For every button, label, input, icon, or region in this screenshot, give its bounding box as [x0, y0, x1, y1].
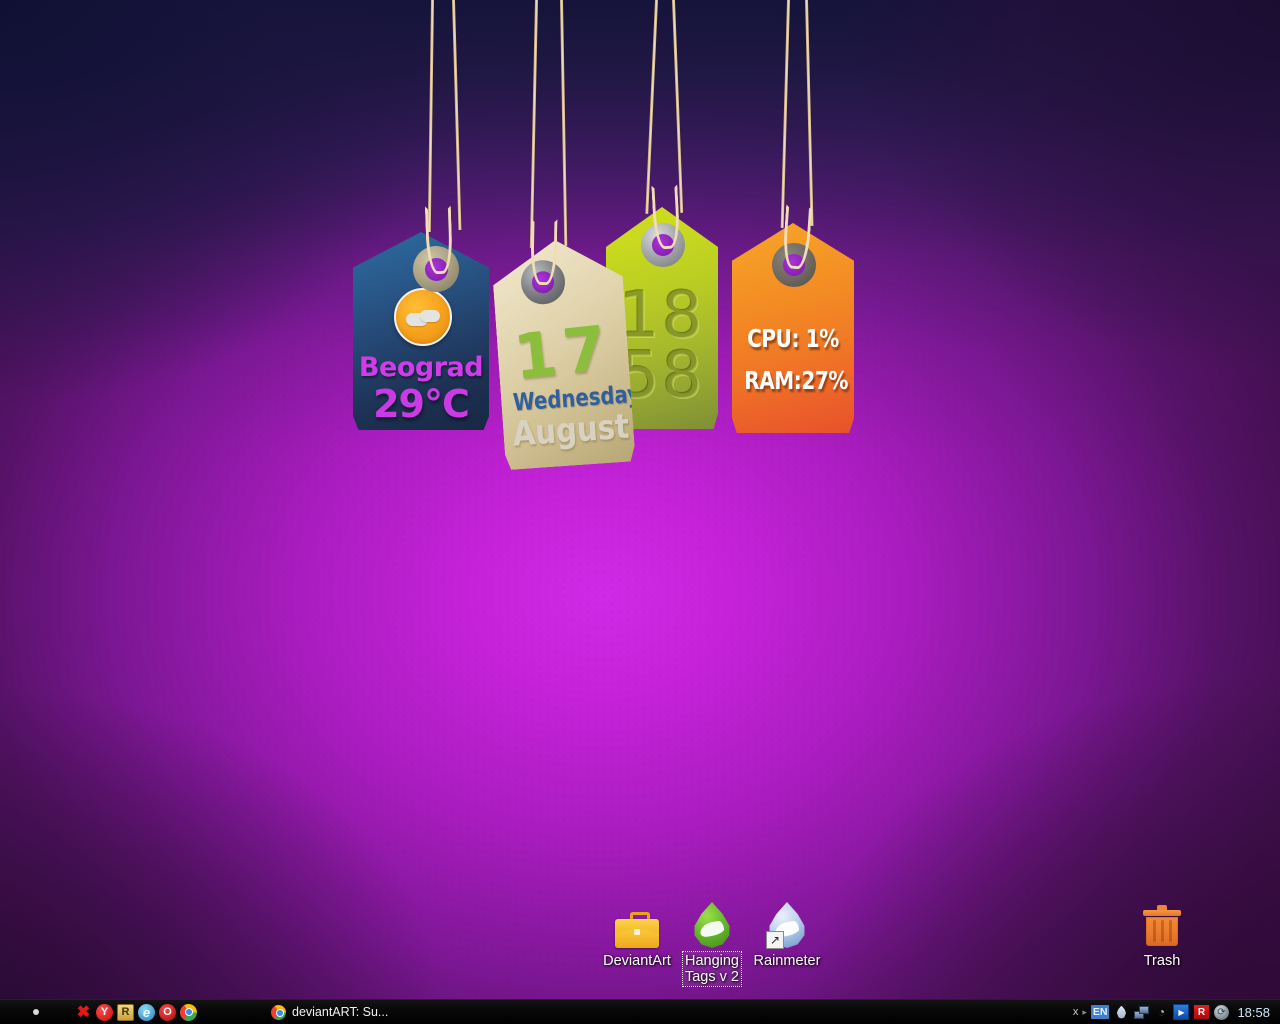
internet-explorer-icon[interactable]: e — [138, 1003, 155, 1021]
media-player-icon[interactable]: ▶ — [1173, 1004, 1190, 1020]
raindrop-glyph — [1116, 1005, 1127, 1019]
desktop-icon-label: Trash — [1143, 953, 1181, 969]
trash-rib — [1153, 920, 1156, 942]
desktop-icon-label: Hanging Tags v 2 — [681, 951, 743, 987]
quick-launch-bar[interactable]: ✖ Y R e O — [0, 1000, 199, 1024]
desktop-icon-rainmeter[interactable]: ↗ Rainmeter — [739, 900, 835, 970]
weather-city: Beograd — [358, 352, 484, 383]
taskbar-window-button[interactable]: deviantART: Su... — [267, 1002, 396, 1022]
sun-behind-cloud-icon — [394, 288, 452, 346]
blue-raindrop-shortcut-icon: ↗ — [739, 900, 835, 949]
trash-rib — [1169, 920, 1172, 942]
yandex-icon[interactable]: Y — [96, 1003, 113, 1021]
desktop[interactable]: CPU: 1% RAM:27% 18 58 17 Wednesday Augus… — [0, 0, 1280, 1024]
avira-glyph: R — [1193, 1005, 1209, 1019]
network-icon[interactable] — [1133, 1004, 1149, 1020]
trash-lid — [1143, 910, 1181, 916]
desktop-icon-trash[interactable]: Trash — [1114, 900, 1210, 970]
date-month: August — [511, 406, 631, 455]
trash-rib — [1161, 920, 1164, 942]
system-tray[interactable]: x ▸ EN ◔ ▶ R ⟳ 18:58 — [1073, 1000, 1280, 1024]
volume-icon[interactable]: ◔ — [1153, 1004, 1169, 1020]
rainmeter-r-icon[interactable]: R — [117, 1003, 134, 1021]
desktop-icon-label-line1: Hanging — [684, 953, 739, 969]
tray-overflow-icon[interactable]: ▸ — [1082, 1007, 1087, 1018]
desktop-icon-label: DeviantArt — [603, 953, 671, 969]
trash-can-icon — [1114, 900, 1210, 948]
taskbar-window-title: deviantART: Su... — [292, 1005, 389, 1019]
language-indicator[interactable]: EN — [1090, 1005, 1110, 1019]
network-monitor-back — [1138, 1005, 1149, 1014]
avira-icon[interactable]: R — [1193, 1004, 1209, 1020]
briefcase-clasp — [634, 929, 640, 935]
ram-usage-text: RAM:27% — [744, 366, 849, 395]
sync-glyph: ⟳ — [1213, 1004, 1229, 1020]
weather-tag[interactable]: Beograd 29°C — [353, 205, 489, 430]
close-icon[interactable]: ✖ — [75, 1004, 92, 1021]
opera-icon[interactable]: O — [159, 1003, 176, 1021]
date-tag[interactable]: 17 Wednesday August — [490, 218, 635, 471]
play-glyph: ▶ — [1173, 1004, 1190, 1020]
network-glyph — [1133, 1005, 1149, 1019]
cpu-usage-text: CPU: 1% — [747, 324, 839, 353]
show-desktop-dot[interactable] — [33, 1009, 39, 1015]
chrome-icon[interactable] — [180, 1003, 197, 1021]
date-tag-body: 17 Wednesday August — [490, 236, 635, 471]
weather-temperature: 29°C — [373, 382, 470, 426]
rainmeter-tray-icon[interactable] — [1113, 1004, 1129, 1020]
tray-clock[interactable]: 18:58 — [1233, 1005, 1272, 1020]
tray-close-icon[interactable]: x — [1073, 1006, 1079, 1018]
cloud-glyph — [406, 309, 440, 326]
desktop-icon-label: Rainmeter — [753, 953, 821, 969]
shortcut-arrow-icon: ↗ — [766, 931, 784, 949]
desktop-icon-label-line2: Tags v 2 — [684, 969, 739, 985]
system-tag[interactable]: CPU: 1% RAM:27% — [732, 204, 854, 433]
chrome-icon — [271, 1004, 286, 1020]
sync-icon[interactable]: ⟳ — [1213, 1004, 1229, 1020]
taskbar[interactable]: ✖ Y R e O deviantART: Su... x ▸ EN ◔ ▶ R… — [0, 999, 1280, 1024]
wallpaper-dot-pattern — [0, 0, 1280, 1024]
